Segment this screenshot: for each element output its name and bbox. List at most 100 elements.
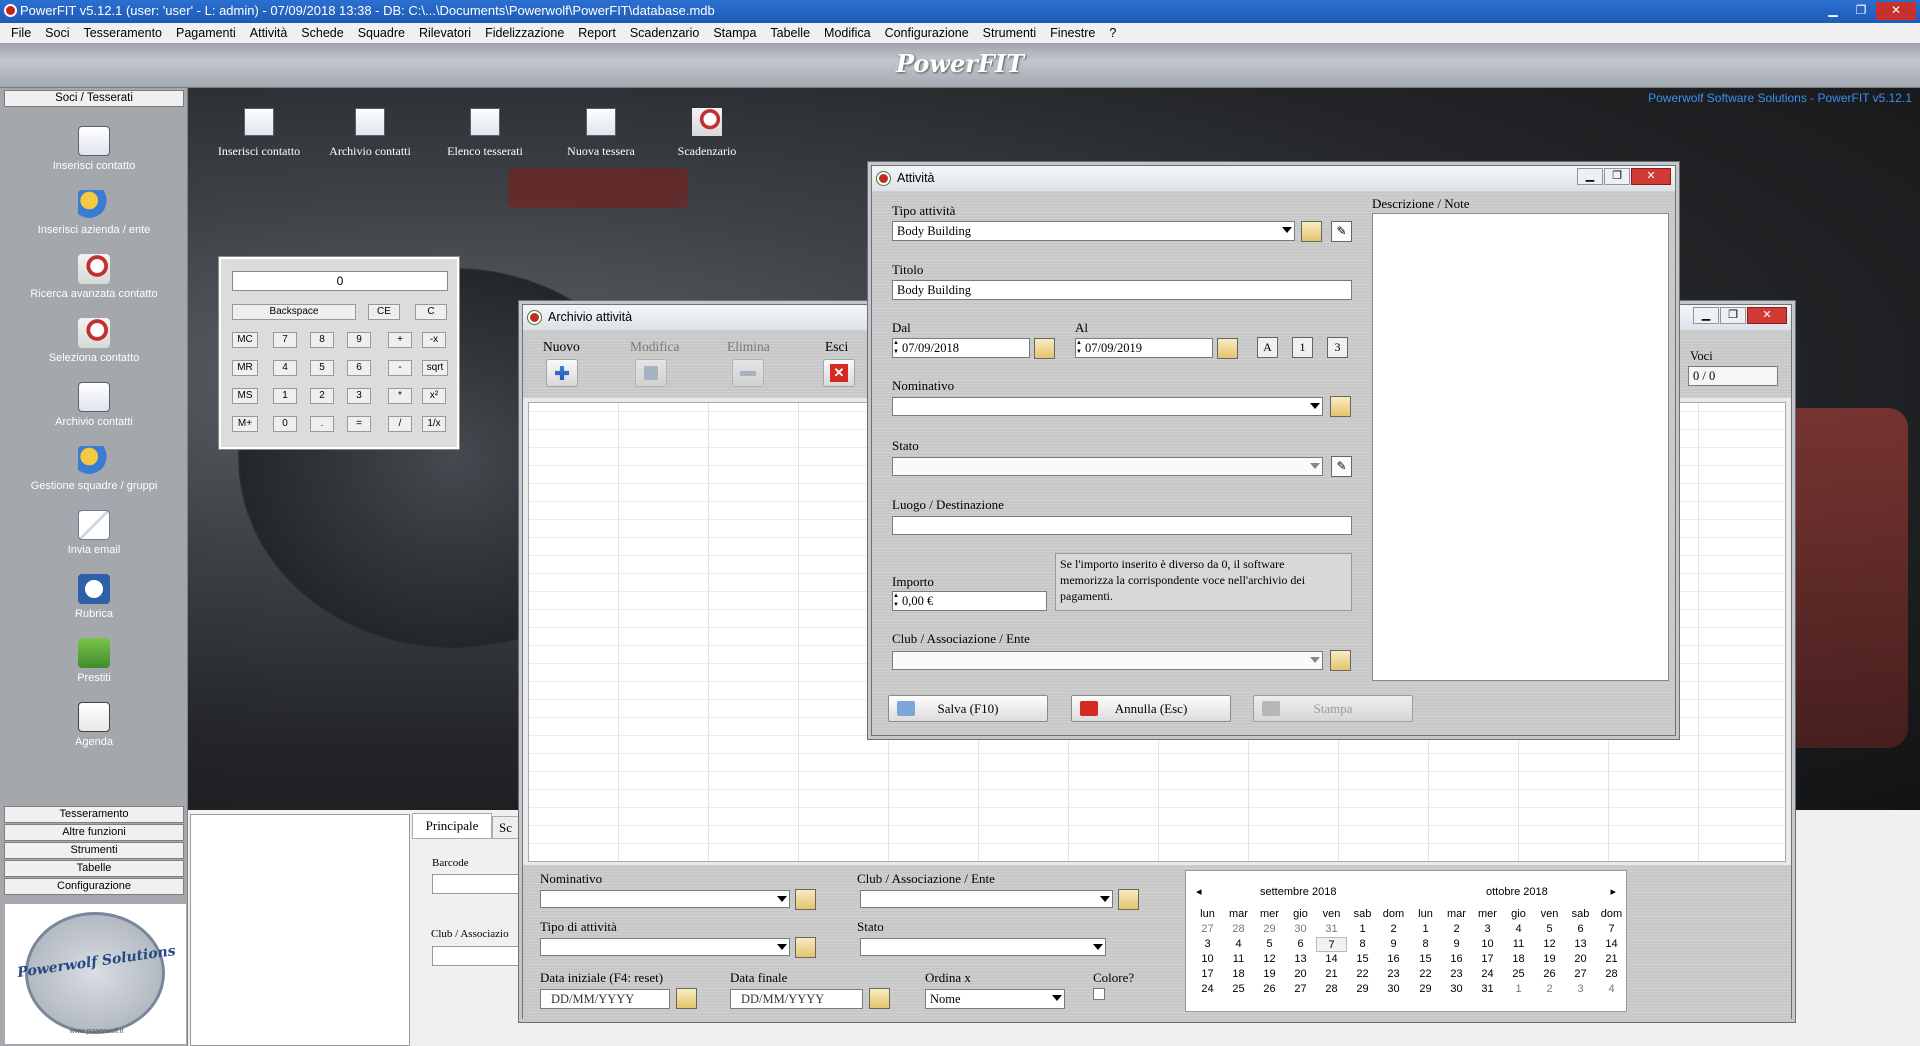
sidebar-item-inserisci-contatto[interactable]: Inserisci contatto	[0, 126, 188, 172]
calendar-day[interactable]: 29	[1410, 982, 1441, 997]
calendar-day[interactable]: 18	[1223, 967, 1254, 982]
menu-report[interactable]: Report	[571, 23, 623, 43]
filter-tipo-lookup-icon[interactable]	[795, 937, 816, 958]
calendar-day[interactable]: 15	[1347, 952, 1378, 967]
calendar-day[interactable]: 25	[1503, 967, 1534, 982]
calendar-day[interactable]: 5	[1254, 937, 1285, 952]
menu-file[interactable]: File	[4, 23, 38, 43]
al-calendar-icon[interactable]	[1217, 338, 1238, 359]
calendar-day[interactable]: 26	[1254, 982, 1285, 997]
calendar-day[interactable]: 11	[1223, 952, 1254, 967]
calendar-day[interactable]: 20	[1565, 952, 1596, 967]
sidebar-section-strumenti[interactable]: Strumenti	[4, 842, 184, 859]
luogo-input[interactable]	[892, 516, 1352, 535]
calendar-grid-2[interactable]: lun mar mer gio ven sab dom 1 2 3 4 5 6 7 8 9 10 11 12 13 14…	[1410, 907, 1627, 997]
dal-input[interactable]: ▲ ▼ 07/09/2018	[892, 338, 1030, 358]
duration-a-button[interactable]: A	[1257, 337, 1278, 358]
calc-c[interactable]: C	[415, 304, 447, 320]
sidebar-item-inserisci-azienda[interactable]: Inserisci azienda / ente	[0, 190, 188, 236]
calendar-day[interactable]: 10	[1472, 937, 1503, 952]
calc-equals[interactable]: =	[347, 416, 371, 432]
calendar-day[interactable]: 4	[1223, 937, 1254, 952]
close-icon[interactable]: ✕	[1747, 307, 1787, 324]
club-lookup-icon[interactable]	[1330, 650, 1351, 671]
calendar-day[interactable]: 26	[1534, 967, 1565, 982]
calendar-day[interactable]: 1	[1347, 922, 1378, 937]
sidebar-header[interactable]: Soci / Tesserati	[4, 90, 184, 107]
nominativo-select[interactable]	[892, 397, 1323, 416]
al-input[interactable]: ▲ ▼ 07/09/2019	[1075, 338, 1213, 358]
calendar-day[interactable]: 7	[1596, 922, 1627, 937]
calc-5[interactable]: 5	[310, 360, 334, 376]
calendar-day[interactable]: 24	[1472, 967, 1503, 982]
sidebar-item-ricerca-avanzata[interactable]: Ricerca avanzata contatto	[0, 254, 188, 300]
calendar-day[interactable]: 11	[1503, 937, 1534, 952]
duration-1-button[interactable]: 1	[1292, 337, 1313, 358]
sidebar-section-configurazione[interactable]: Configurazione	[4, 878, 184, 895]
filter-nominativo-lookup-icon[interactable]	[795, 889, 816, 910]
calc-mr[interactable]: MR	[232, 360, 258, 376]
calendar-day[interactable]: 17	[1472, 952, 1503, 967]
annulla-button[interactable]: Annulla (Esc)	[1071, 695, 1231, 722]
calendar-day[interactable]: 2	[1441, 922, 1472, 937]
calendar-day[interactable]: 16	[1378, 952, 1409, 967]
tipo-attivita-select[interactable]: Body Building	[892, 221, 1295, 241]
filter-data-iniziale-input[interactable]: DD/MM/YYYY	[540, 989, 670, 1009]
elimina-button[interactable]	[732, 359, 764, 387]
menu-attivita[interactable]: Attività	[243, 23, 295, 43]
calendar-day[interactable]: 22	[1410, 967, 1441, 982]
menu-scadenzario[interactable]: Scadenzario	[623, 23, 707, 43]
sidebar-section-tesseramento[interactable]: Tesseramento	[4, 806, 184, 823]
filter-data-finale-input[interactable]: DD/MM/YYYY	[730, 989, 863, 1009]
calendar-day[interactable]: 2	[1534, 982, 1565, 997]
maximize-icon[interactable]: ❐	[1848, 2, 1874, 20]
minimize-icon[interactable]: ▁	[1820, 2, 1846, 20]
calendar-day[interactable]: 14	[1316, 952, 1347, 967]
menu-help[interactable]: ?	[1102, 23, 1123, 43]
calendar-day[interactable]: 28	[1596, 967, 1627, 982]
filter-tipo-select[interactable]	[540, 938, 790, 956]
calendar-day[interactable]: 5	[1534, 922, 1565, 937]
nominativo-lookup-icon[interactable]	[1330, 396, 1351, 417]
titolo-input[interactable]: Body Building	[892, 280, 1352, 300]
calendar-day[interactable]: 27	[1192, 922, 1223, 937]
calendar-day[interactable]: 4	[1503, 922, 1534, 937]
minimize-icon[interactable]: ▁	[1693, 307, 1719, 324]
esci-button[interactable]: ✕	[823, 359, 855, 387]
menu-pagamenti[interactable]: Pagamenti	[169, 23, 243, 43]
menu-tesseramento[interactable]: Tesseramento	[76, 23, 169, 43]
sidebar-section-altre-funzioni[interactable]: Altre funzioni	[4, 824, 184, 841]
modifica-button[interactable]	[635, 359, 667, 387]
calendar-day[interactable]: 1	[1410, 922, 1441, 937]
calendar-day[interactable]: 21	[1316, 967, 1347, 982]
calc-8[interactable]: 8	[310, 332, 334, 348]
toolbar-scadenzario[interactable]: Scadenzario	[647, 108, 767, 159]
calc-6[interactable]: 6	[347, 360, 371, 376]
calendar-day[interactable]: 28	[1223, 922, 1254, 937]
filter-club-lookup-icon[interactable]	[1118, 889, 1139, 910]
calc-sqrt[interactable]: sqrt	[422, 360, 448, 376]
close-icon[interactable]: ✕	[1631, 168, 1671, 185]
calendar-day[interactable]: 30	[1378, 982, 1409, 997]
calc-decimal[interactable]: .	[310, 416, 334, 432]
calendar-day[interactable]: 8	[1410, 937, 1441, 952]
maximize-icon[interactable]: ❐	[1604, 168, 1630, 185]
club-select[interactable]	[892, 651, 1323, 670]
calc-0[interactable]: 0	[273, 416, 297, 432]
calendar-day[interactable]: 6	[1285, 937, 1316, 952]
calendar-day[interactable]: 12	[1534, 937, 1565, 952]
sidebar-item-rubrica[interactable]: Rubrica	[0, 574, 188, 620]
chevron-right-icon[interactable]: ▸	[1610, 885, 1616, 898]
calc-9[interactable]: 9	[347, 332, 371, 348]
calendar-day[interactable]: 4	[1596, 982, 1627, 997]
descrizione-textarea[interactable]	[1372, 213, 1669, 681]
calendar-day[interactable]: 29	[1347, 982, 1378, 997]
calendar-day[interactable]: 10	[1192, 952, 1223, 967]
chevron-left-icon[interactable]: ◂	[1196, 885, 1202, 898]
calendar-day[interactable]: 31	[1472, 982, 1503, 997]
filter-data-finale-calendar-icon[interactable]	[869, 988, 890, 1009]
salva-button[interactable]: Salva (F10)	[888, 695, 1048, 722]
menu-tabelle[interactable]: Tabelle	[763, 23, 817, 43]
calendar-day[interactable]: 21	[1596, 952, 1627, 967]
stato-select[interactable]	[892, 457, 1323, 476]
